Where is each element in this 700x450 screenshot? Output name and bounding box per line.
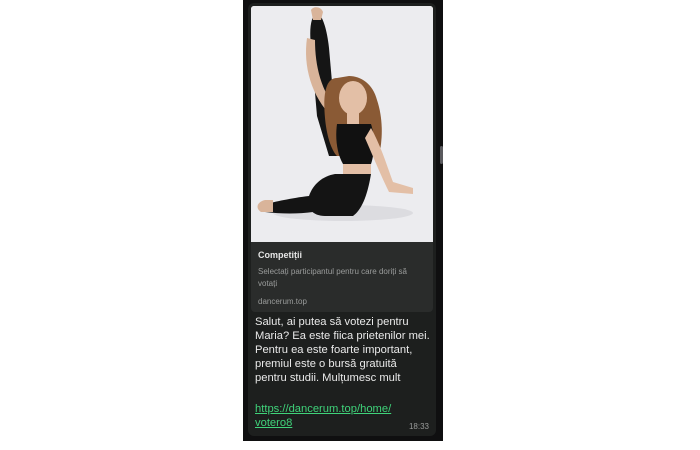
message-bubble[interactable]: Competiții Selectați participantul pentr… xyxy=(248,3,436,436)
link-preview-image[interactable] xyxy=(251,6,433,242)
preview-title: Competiții xyxy=(258,250,302,260)
dancer-photo xyxy=(251,6,433,242)
scroll-indicator[interactable] xyxy=(440,146,443,164)
preview-description: Selectați participantul pentru care dori… xyxy=(258,267,407,288)
message-link[interactable]: https://dancerum.top/home/ votero8 xyxy=(255,402,405,430)
chat-screen: Competiții Selectați participantul pentr… xyxy=(243,0,443,441)
preview-domain: dancerum.top xyxy=(258,297,307,306)
message-timestamp: 18:33 xyxy=(408,422,429,431)
link-preview-card[interactable]: Competiții Selectați participantul pentr… xyxy=(251,242,433,312)
message-text: Salut, ai putea să votezi pentru Maria? … xyxy=(255,316,430,384)
